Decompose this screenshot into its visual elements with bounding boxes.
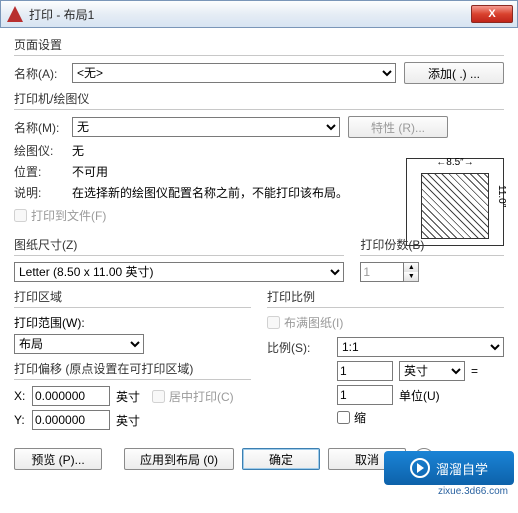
scale-numerator-input[interactable] [337, 361, 393, 381]
close-button[interactable]: X [471, 5, 513, 23]
print-range-label: 打印范围(W): [14, 314, 251, 331]
scale-group: 打印比例 布满图纸(I) 比例(S): 1:1 英 [267, 288, 504, 426]
equals-label: = [471, 364, 478, 378]
fit-to-paper-label: 布满图纸(I) [284, 314, 343, 331]
paper-width-label: ←8.5″→ [407, 157, 503, 168]
plotter-value: 无 [72, 142, 84, 159]
paper-size-title: 图纸尺寸(Z) [14, 236, 344, 253]
watermark: 溜溜自学 [384, 451, 514, 485]
watermark-text: 溜溜自学 [436, 459, 488, 478]
offset-x-input[interactable] [32, 386, 110, 406]
offset-y-unit: 英寸 [116, 412, 152, 429]
scale-select[interactable]: 1:1 [337, 337, 504, 357]
scale-lineweight-label: 缩 [354, 409, 366, 426]
preview-button[interactable]: 预览 (P)... [14, 448, 102, 470]
ok-button[interactable]: 确定 [242, 448, 320, 470]
copies-input [360, 262, 404, 282]
print-range-select[interactable]: 布局 [14, 334, 144, 354]
window-title: 打印 - 布局1 [29, 6, 471, 23]
paper-sheet-icon [421, 173, 489, 239]
printer-properties-button: 特性 (R)... [348, 116, 448, 138]
fit-to-paper-checkbox [267, 316, 280, 329]
copies-group: 打印份数(B) ▲ ▼ [360, 236, 504, 282]
offset-y-input[interactable] [32, 410, 110, 430]
play-icon [410, 458, 430, 478]
description-value: 在选择新的绘图仪配置名称之前，不能打印该布局。 [72, 184, 362, 201]
spinner-down-icon: ▼ [404, 272, 418, 281]
offset-group: 打印偏移 (原点设置在可打印区域) X: 英寸 居中打印(C) Y: 英寸 [14, 360, 251, 430]
page-setup-add-button[interactable]: 添加( .) ... [404, 62, 504, 84]
spinner-up-icon: ▲ [404, 263, 418, 272]
plotter-label: 绘图仪: [14, 142, 72, 159]
printer-group: 打印机/绘图仪 名称(M): 无 特性 (R)... ←8.5″→ 11.0″ … [14, 90, 504, 230]
scale-denominator-input[interactable] [337, 385, 393, 405]
page-setup-title: 页面设置 [14, 36, 504, 53]
copies-spinner[interactable]: ▲ ▼ [360, 262, 419, 282]
print-to-file-checkbox [14, 209, 27, 222]
print-area-group: 打印区域 打印范围(W): 布局 [14, 288, 251, 354]
paper-preview: ←8.5″→ 11.0″ [406, 158, 504, 246]
printer-group-title: 打印机/绘图仪 [14, 90, 504, 107]
scale-lineweight-checkbox[interactable] [337, 411, 350, 424]
page-setup-name-label: 名称(A): [14, 65, 72, 82]
center-checkbox [152, 390, 165, 403]
page-setup-group: 页面设置 名称(A): <无> 添加( .) ... [14, 36, 504, 84]
app-icon [7, 6, 23, 22]
paper-height-label: 11.0″ [496, 185, 507, 207]
scale-group-title: 打印比例 [267, 288, 504, 305]
offset-x-unit: 英寸 [116, 388, 152, 405]
print-to-file-label: 打印到文件(F) [31, 207, 106, 224]
spinner-arrows: ▲ ▼ [404, 262, 419, 282]
scale-unit-select[interactable]: 英寸 [399, 361, 465, 381]
paper-size-select[interactable]: Letter (8.50 x 11.00 英寸) [14, 262, 344, 282]
description-label: 说明: [14, 184, 72, 201]
title-bar: 打印 - 布局1 X [0, 0, 518, 28]
copies-title: 打印份数(B) [360, 236, 504, 253]
scale-label: 比例(S): [267, 339, 337, 356]
print-area-title: 打印区域 [14, 288, 251, 305]
location-value: 不可用 [72, 163, 108, 180]
printer-name-select[interactable]: 无 [72, 117, 340, 137]
paper-size-group: 图纸尺寸(Z) Letter (8.50 x 11.00 英寸) [14, 236, 344, 282]
offset-y-label: Y: [14, 413, 32, 427]
location-label: 位置: [14, 163, 72, 180]
watermark-url: zixue.3d66.com [438, 486, 508, 497]
printer-name-label: 名称(M): [14, 119, 72, 136]
center-label: 居中打印(C) [169, 388, 234, 405]
apply-to-layout-button[interactable]: 应用到布局 (0) [124, 448, 234, 470]
offset-x-label: X: [14, 389, 32, 403]
page-setup-name-select[interactable]: <无> [72, 63, 396, 83]
scale-unit-label: 单位(U) [399, 387, 465, 404]
offset-title: 打印偏移 (原点设置在可打印区域) [14, 360, 251, 377]
